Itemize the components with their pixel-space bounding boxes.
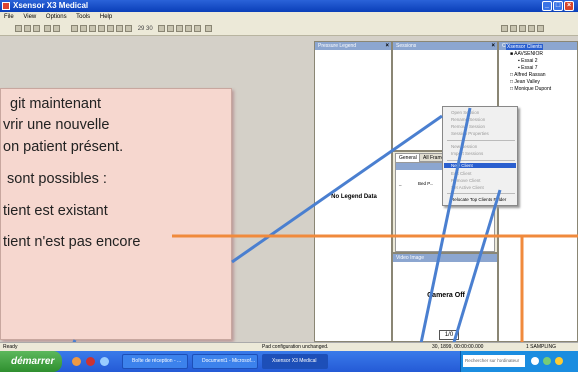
taskbar-button-inbox[interactable]: Boîte de réception - ... xyxy=(122,354,188,369)
tray-icon[interactable] xyxy=(543,357,551,365)
firefox-icon[interactable] xyxy=(72,357,81,366)
blue-callout-line xyxy=(413,107,472,372)
tray-icon[interactable] xyxy=(555,357,563,365)
taskbar-button-document[interactable]: Document1 - Microsof... xyxy=(192,354,258,369)
quicklaunch-icon[interactable] xyxy=(100,357,109,366)
desktop-search-input[interactable]: Rechercher sur l'ordinateur xyxy=(463,355,525,367)
start-button[interactable]: démarrer xyxy=(0,351,62,372)
tray-icon[interactable] xyxy=(531,357,539,365)
taskbar-button-xsensor[interactable]: Xsensor X3 Medical xyxy=(262,354,328,369)
blue-callout-line xyxy=(231,114,443,264)
taskbar: démarrer Boîte de réception - ... Docume… xyxy=(0,351,578,372)
callout-lines xyxy=(60,107,578,372)
status-bar: Ready Pad configuration unchanged. 30, 1… xyxy=(0,342,578,351)
opera-icon[interactable] xyxy=(86,357,95,366)
system-tray: Rechercher sur l'ordinateur xyxy=(460,351,578,372)
